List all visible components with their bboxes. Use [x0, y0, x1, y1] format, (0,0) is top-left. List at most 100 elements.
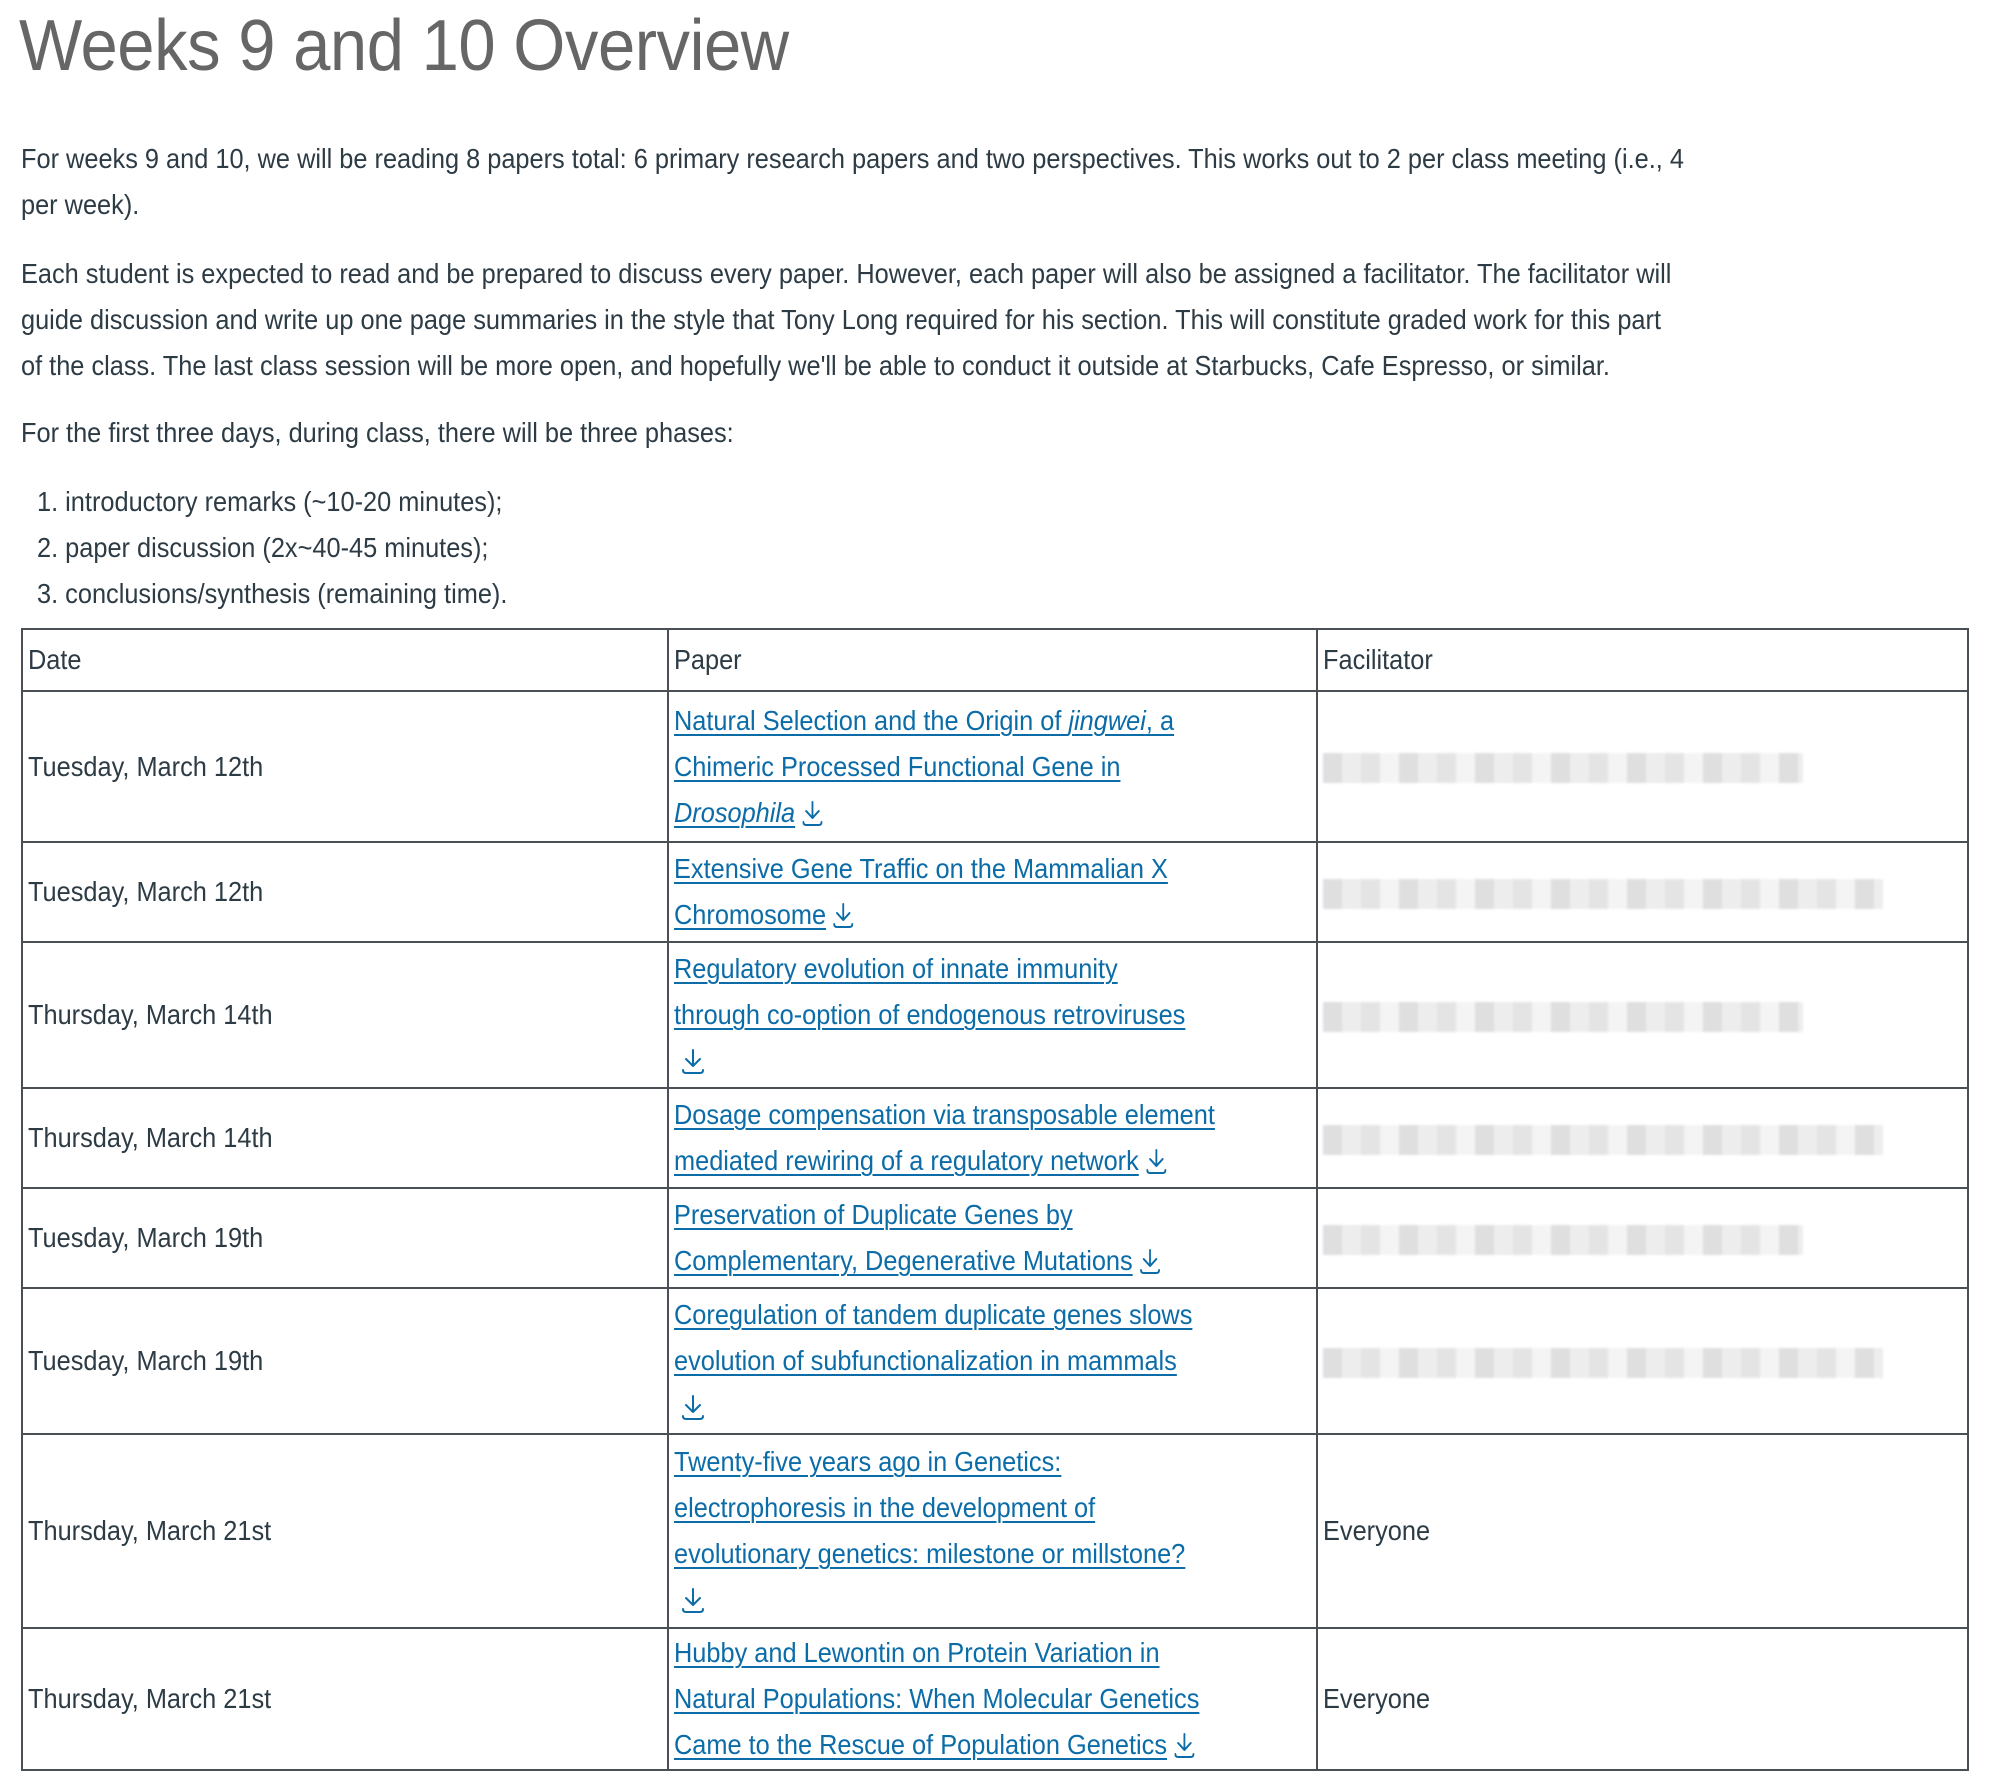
- italic-text: jingwei: [1068, 704, 1146, 736]
- date-text: Tuesday, March 19th: [28, 1222, 264, 1253]
- paper-link[interactable]: Dosage compensation via transposable ele…: [674, 1099, 1215, 1130]
- column-header-facilitator: Facilitator: [1316, 628, 1969, 692]
- paper-link[interactable]: Preservation of Duplicate Genes by: [674, 1199, 1073, 1230]
- paper-link[interactable]: Chromosome: [674, 899, 826, 930]
- paper-link[interactable]: Complementary, Degenerative Mutations: [674, 1245, 1133, 1276]
- paper-cell: Natural Selection and the Origin of jing…: [667, 690, 1318, 843]
- date-text: Thursday, March 21st: [28, 1515, 272, 1546]
- paper-title-line: Natural Populations: When Molecular Gene…: [674, 1676, 1250, 1722]
- download-icon-line: [674, 1577, 1311, 1623]
- paper-link[interactable]: evolution of subfunctionalization in mam…: [674, 1345, 1177, 1376]
- paper-link[interactable]: Twenty-five years ago in Genetics:: [674, 1446, 1061, 1477]
- date-text: Thursday, March 14th: [28, 1122, 273, 1153]
- table-row: Thursday, March 14th Dosage compensation …: [21, 1087, 1969, 1189]
- paper-link[interactable]: Regulatory evolution of innate immunity: [674, 953, 1118, 984]
- table-row: Tuesday, March 12th Natural Selection and…: [21, 690, 1969, 843]
- list-item: 3. conclusions/synthesis (remaining time…: [37, 578, 508, 609]
- paper-link[interactable]: Came to the Rescue of Population Genetic…: [674, 1729, 1167, 1760]
- page-title: Weeks 9 and 10 Overview: [19, 6, 789, 86]
- facilitator-cell: [1316, 1087, 1969, 1189]
- download-icon-line: [674, 1384, 1311, 1430]
- paper-title-line: evolutionary genetics: milestone or mill…: [674, 1531, 1250, 1577]
- download-icon[interactable]: [832, 900, 856, 930]
- table-row: Thursday, March 14th Regulatory evolution…: [21, 941, 1969, 1089]
- paper-cell: Hubby and Lewontin on Protein Variation …: [667, 1627, 1318, 1771]
- redacted-facilitator-name: [1323, 1347, 1883, 1378]
- date-text: Thursday, March 14th: [28, 999, 273, 1030]
- paper-title-line: Preservation of Duplicate Genes by: [674, 1192, 1250, 1238]
- table-row: Tuesday, March 19th Coregulation of tande…: [21, 1287, 1969, 1435]
- intro-paragraph: For weeks 9 and 10, we will be reading 8…: [21, 136, 1981, 228]
- date-cell: Thursday, March 21st: [21, 1627, 669, 1771]
- paper-link[interactable]: Drosophila: [674, 797, 795, 828]
- date-text: Tuesday, March 19th: [28, 1345, 264, 1376]
- paper-link[interactable]: electrophoresis in the development of: [674, 1492, 1095, 1523]
- redacted-facilitator-name: [1323, 1224, 1803, 1255]
- paper-title-line: Chimeric Processed Functional Gene in: [674, 744, 1250, 790]
- facilitator-cell: Everyone: [1316, 1433, 1969, 1629]
- paper-cell: Coregulation of tandem duplicate genes s…: [667, 1287, 1318, 1435]
- table-body: Tuesday, March 12th Natural Selection and…: [21, 690, 1969, 1771]
- date-cell: Thursday, March 21st: [21, 1433, 669, 1629]
- facilitator-cell: [1316, 1287, 1969, 1435]
- download-icon[interactable]: [1138, 1246, 1162, 1276]
- paper-title-line: Coregulation of tandem duplicate genes s…: [674, 1292, 1250, 1338]
- paper-title-line: evolution of subfunctionalization in mam…: [674, 1338, 1250, 1384]
- paper-title-line: mediated rewiring of a regulatory networ…: [674, 1138, 1250, 1184]
- paper-title-line: Extensive Gene Traffic on the Mammalian …: [674, 846, 1250, 892]
- paper-title-line: Dosage compensation via transposable ele…: [674, 1092, 1250, 1138]
- italic-text: Drosophila: [674, 796, 796, 828]
- paper-cell: Extensive Gene Traffic on the Mammalian …: [667, 841, 1318, 943]
- paper-cell: Preservation of Duplicate Genes by Comple…: [667, 1187, 1318, 1289]
- paper-link[interactable]: evolutionary genetics: milestone or mill…: [674, 1538, 1185, 1569]
- facilitator-paragraph: Each student is expected to read and be …: [21, 251, 1981, 389]
- redacted-facilitator-name: [1323, 1124, 1883, 1155]
- paper-link[interactable]: Natural Selection and the Origin of jing…: [674, 705, 1174, 736]
- text-line: For weeks 9 and 10, we will be reading 8…: [21, 143, 1684, 174]
- paper-title-line: Twenty-five years ago in Genetics:: [674, 1439, 1250, 1485]
- column-header-date: Date: [21, 628, 669, 692]
- paper-link[interactable]: mediated rewiring of a regulatory networ…: [674, 1145, 1139, 1176]
- text-line: per week).: [21, 189, 140, 220]
- download-icon[interactable]: [1144, 1146, 1168, 1176]
- paper-title-line: Drosophila: [674, 790, 1250, 836]
- facilitator-cell: [1316, 841, 1969, 943]
- date-cell: Tuesday, March 12th: [21, 690, 669, 843]
- paper-link[interactable]: Coregulation of tandem duplicate genes s…: [674, 1299, 1192, 1330]
- paper-title-line: through co-option of endogenous retrovir…: [674, 992, 1250, 1038]
- download-icon[interactable]: [680, 1046, 706, 1076]
- list-item: 1. introductory remarks (~10-20 minutes)…: [37, 486, 503, 517]
- paper-title-line: Regulatory evolution of innate immunity: [674, 946, 1250, 992]
- paper-title-line: Natural Selection and the Origin of jing…: [674, 698, 1250, 744]
- paper-link[interactable]: Natural Populations: When Molecular Gene…: [674, 1683, 1199, 1714]
- table-row: Tuesday, March 19th Preservation of Dupli…: [21, 1187, 1969, 1289]
- facilitator-cell: Everyone: [1316, 1627, 1969, 1771]
- paper-link[interactable]: Extensive Gene Traffic on the Mammalian …: [674, 853, 1168, 884]
- date-cell: Tuesday, March 12th: [21, 841, 669, 943]
- text-line: of the class. The last class session wil…: [21, 350, 1610, 381]
- facilitator-cell: [1316, 690, 1969, 843]
- paper-link[interactable]: Chimeric Processed Functional Gene in: [674, 751, 1120, 782]
- download-icon[interactable]: [801, 798, 825, 828]
- phases-list: 1. introductory remarks (~10-20 minutes)…: [37, 479, 557, 617]
- paper-title-line: Hubby and Lewontin on Protein Variation …: [674, 1630, 1250, 1676]
- redacted-facilitator-name: [1323, 878, 1883, 909]
- paper-link[interactable]: through co-option of endogenous retrovir…: [674, 999, 1185, 1030]
- facilitator-name: Everyone: [1323, 1683, 1431, 1714]
- download-icon[interactable]: [680, 1585, 706, 1615]
- date-cell: Thursday, March 14th: [21, 941, 669, 1089]
- table-row: Thursday, March 21st Hubby and Lewontin o…: [21, 1627, 1969, 1771]
- facilitator-name: Everyone: [1323, 1515, 1431, 1546]
- date-cell: Thursday, March 14th: [21, 1087, 669, 1189]
- date-text: Thursday, March 21st: [28, 1683, 272, 1714]
- date-cell: Tuesday, March 19th: [21, 1287, 669, 1435]
- list-item: 2. paper discussion (2x~40-45 minutes);: [37, 532, 489, 563]
- download-icon[interactable]: [680, 1392, 706, 1422]
- paper-link[interactable]: Hubby and Lewontin on Protein Variation …: [674, 1637, 1160, 1668]
- date-text: Tuesday, March 12th: [28, 876, 264, 907]
- download-icon-line: [674, 1038, 1311, 1084]
- paper-title-line: Complementary, Degenerative Mutations: [674, 1238, 1250, 1284]
- facilitator-cell: [1316, 941, 1969, 1089]
- download-icon[interactable]: [1172, 1730, 1196, 1760]
- text-line: guide discussion and write up one page s…: [21, 304, 1662, 335]
